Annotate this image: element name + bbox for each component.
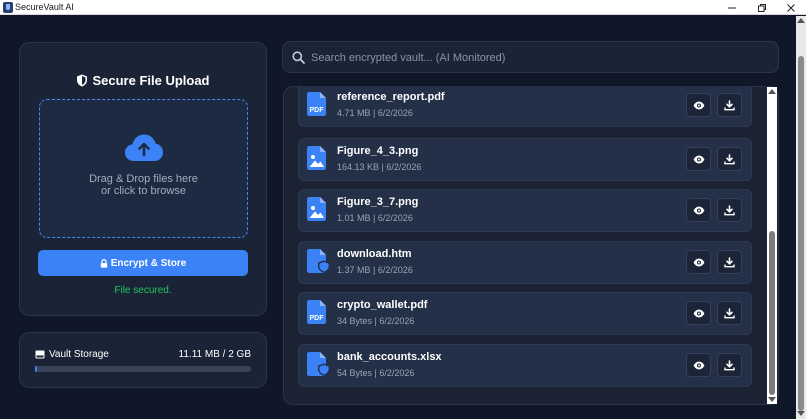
file-row[interactable]: Figure_4_3.png 164.13 KB | 6/2/2026 (298, 138, 752, 181)
storage-progress-fill (35, 366, 37, 372)
restore-icon (758, 3, 766, 12)
shield-file-icon (307, 352, 331, 381)
upload-status-message: File secured. (114, 285, 172, 296)
pdf-file-icon: PDF (307, 300, 327, 329)
download-icon (724, 204, 735, 215)
search-icon (292, 51, 305, 64)
pdf-file-icon: PDF (307, 92, 327, 121)
upload-title-text: Secure File Upload (92, 73, 210, 88)
file-row[interactable]: Figure_3_7.png 1.01 MB | 6/2/2026 (298, 189, 752, 232)
file-meta: 4.71 MB | 6/2/2026 (337, 108, 413, 118)
file-name: Figure_3_7.png (337, 196, 419, 208)
file-row[interactable]: PDF crypto_wallet.pdf 34 Bytes | 6/2/202… (298, 292, 752, 335)
eye-icon (693, 101, 704, 109)
download-button[interactable] (717, 198, 742, 222)
page-scrollbar-thumb[interactable] (798, 56, 804, 411)
close-button[interactable] (776, 0, 806, 15)
file-row[interactable]: bank_accounts.xlsx 54 Bytes | 6/2/2026 (298, 344, 752, 387)
app-logo-icon (3, 2, 13, 13)
file-meta: 54 Bytes | 6/2/2026 (337, 368, 415, 378)
window-title: SecureVault AI (15, 2, 74, 12)
download-button[interactable] (717, 147, 742, 171)
view-button[interactable] (686, 353, 711, 377)
file-row[interactable]: PDF reference_report.pdf 4.71 MB | 6/2/2… (298, 86, 752, 127)
eye-icon (693, 258, 704, 266)
storage-usage-value: 11.11 MB / 2 GB (178, 349, 251, 360)
encrypt-store-label: Encrypt & Store (110, 257, 187, 269)
view-button[interactable] (686, 301, 711, 325)
download-icon (724, 256, 735, 267)
hard-drive-icon (35, 350, 45, 359)
minimize-icon (728, 7, 736, 8)
upload-card: Secure File Upload Drag & Drop files her… (19, 42, 267, 316)
file-list-scroll-down-arrow[interactable] (768, 397, 776, 402)
storage-label: Vault Storage (35, 349, 109, 360)
lock-icon (100, 258, 107, 268)
restore-button[interactable] (747, 0, 777, 15)
file-dropzone[interactable]: Drag & Drop files here or click to brows… (39, 99, 248, 238)
view-button[interactable] (686, 147, 711, 171)
file-meta: 34 Bytes | 6/2/2026 (337, 316, 415, 326)
file-meta: 164.13 KB | 6/2/2026 (337, 162, 422, 172)
image-file-icon (307, 197, 327, 226)
dropzone-line-1: Drag & Drop files here (89, 173, 198, 185)
eye-icon (693, 309, 704, 317)
image-file-icon (307, 146, 327, 175)
download-icon (724, 153, 735, 164)
file-list-scrollbar-thumb[interactable] (769, 231, 775, 395)
view-button[interactable] (686, 93, 711, 117)
svg-text:PDF: PDF (310, 107, 325, 114)
download-button[interactable] (717, 250, 742, 274)
file-list-scroll-up-arrow[interactable] (768, 89, 776, 94)
storage-card: Vault Storage 11.11 MB / 2 GB (19, 332, 267, 388)
page-scroll-down-arrow[interactable] (797, 411, 805, 416)
storage-label-text: Vault Storage (49, 349, 109, 360)
view-button[interactable] (686, 250, 711, 274)
dropzone-text: Drag & Drop files here or click to brows… (40, 173, 247, 197)
download-icon (724, 359, 735, 370)
close-icon (787, 3, 795, 12)
search-input[interactable] (311, 49, 761, 67)
dropzone-line-2: or click to browse (101, 185, 186, 197)
file-name: Figure_4_3.png (337, 145, 419, 157)
encrypt-store-button[interactable]: Encrypt & Store (38, 250, 248, 276)
file-row[interactable]: download.htm 1.37 MB | 6/2/2026 (298, 241, 752, 284)
title-bar: SecureVault AI (0, 0, 806, 15)
view-button[interactable] (686, 198, 711, 222)
svg-text:PDF: PDF (310, 315, 325, 322)
minimize-button[interactable] (717, 0, 747, 15)
eye-icon (693, 206, 704, 214)
download-button[interactable] (717, 353, 742, 377)
page-scroll-up-arrow[interactable] (797, 18, 805, 23)
file-name: bank_accounts.xlsx (337, 351, 442, 363)
shield-file-icon (307, 249, 331, 278)
file-name: download.htm (337, 248, 412, 260)
eye-icon (693, 155, 704, 163)
download-button[interactable] (717, 301, 742, 325)
eye-icon (693, 361, 704, 369)
storage-progress-track (35, 366, 251, 372)
file-name: crypto_wallet.pdf (337, 299, 428, 311)
upload-title: Secure File Upload (20, 73, 266, 88)
shield-icon (77, 74, 88, 87)
download-icon (724, 99, 735, 110)
download-icon (724, 307, 735, 318)
file-meta: 1.01 MB | 6/2/2026 (337, 213, 413, 223)
cloud-upload-icon (125, 134, 163, 161)
search-bar[interactable] (282, 41, 779, 73)
download-button[interactable] (717, 93, 742, 117)
file-list: PDF reference_report.pdf 4.71 MB | 6/2/2… (283, 86, 767, 405)
file-name: reference_report.pdf (337, 91, 445, 103)
file-meta: 1.37 MB | 6/2/2026 (337, 265, 413, 275)
